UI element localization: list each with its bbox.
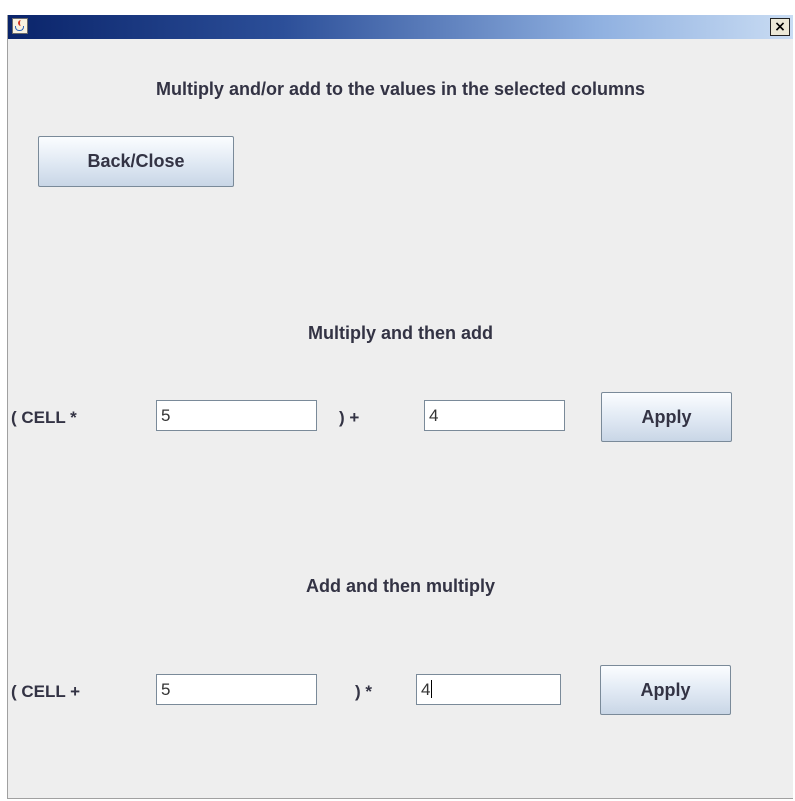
add-then-multiply-prefix-label: ( CELL + [11,682,81,701]
multiply-then-add-multiplier-input[interactable] [156,400,317,431]
text-caret [431,680,432,698]
dialog-heading: Multiply and/or add to the values in the… [155,79,646,99]
multiply-then-add-addend-input[interactable] [424,400,565,431]
add-then-multiply-operator-label: ) * [355,682,372,701]
back-close-button[interactable]: Back/Close [38,136,234,187]
multiply-then-add-prefix-label: ( CELL * [11,408,77,427]
add-then-multiply-apply-button[interactable]: Apply [600,665,731,715]
add-then-multiply-addend-input[interactable] [156,674,317,705]
title-bar[interactable]: × [8,15,793,39]
add-then-multiply-title: Add and then multiply [306,576,495,596]
multiply-then-add-title: Multiply and then add [308,323,493,343]
add-then-multiply-multiplier-input[interactable] [416,674,561,705]
java-cup-icon [12,18,28,34]
dialog-window: × Multiply and/or add to the values in t… [7,15,793,799]
multiply-then-add-operator-label: ) + [339,408,360,427]
close-button[interactable]: × [770,18,790,36]
multiply-then-add-apply-button[interactable]: Apply [601,392,732,442]
